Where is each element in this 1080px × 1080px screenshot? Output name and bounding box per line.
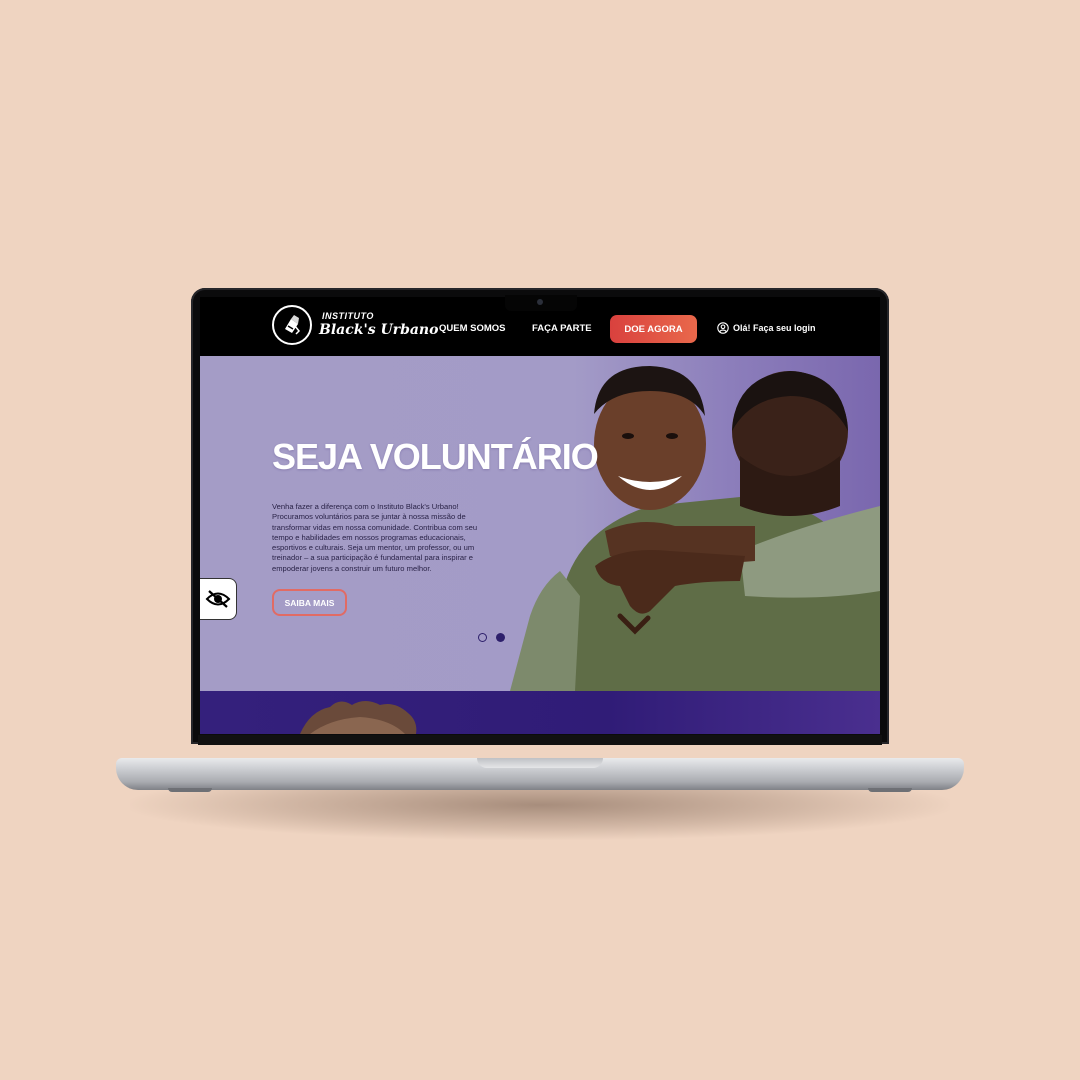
login-label: Olá! Faça seu login — [733, 323, 816, 333]
section-photo — [300, 701, 417, 734]
screen-bezel-bottom — [198, 735, 882, 745]
donate-button[interactable]: DOE AGORA — [610, 315, 697, 343]
camera-icon — [537, 299, 543, 305]
logo-line-2[interactable]: Black's Urbano — [319, 322, 438, 338]
laptop-screen: INSTITUTO Black's Urbano QUEM SOMOS FAÇA… — [200, 297, 880, 734]
next-section — [200, 691, 880, 734]
laptop-foot-left — [168, 788, 212, 792]
carousel-dot-1[interactable] — [478, 633, 487, 642]
hero-photo — [510, 366, 880, 691]
nav-quem-somos[interactable]: QUEM SOMOS — [439, 323, 506, 334]
hero-banner: SEJA VOLUNTÁRIO Venha fazer a diferença … — [200, 356, 880, 691]
eye-slash-icon — [205, 590, 231, 608]
hero-title: SEJA VOLUNTÁRIO — [272, 436, 599, 477]
logo-emblem-icon[interactable] — [272, 305, 312, 345]
logo-line-1[interactable]: INSTITUTO — [322, 311, 374, 321]
nav-faca-parte[interactable]: FAÇA PARTE — [532, 323, 592, 334]
user-circle-icon — [717, 322, 729, 334]
accessibility-toggle[interactable] — [200, 578, 237, 620]
laptop-groove — [477, 758, 603, 768]
laptop-foot-right — [868, 788, 912, 792]
login-link[interactable]: Olá! Faça seu login — [717, 322, 816, 334]
hero-description: Venha fazer a diferença com o Instituto … — [272, 502, 478, 573]
carousel-dot-2[interactable] — [496, 633, 505, 642]
saiba-mais-button[interactable]: SAIBA MAIS — [272, 589, 347, 616]
camera-notch — [505, 295, 577, 311]
